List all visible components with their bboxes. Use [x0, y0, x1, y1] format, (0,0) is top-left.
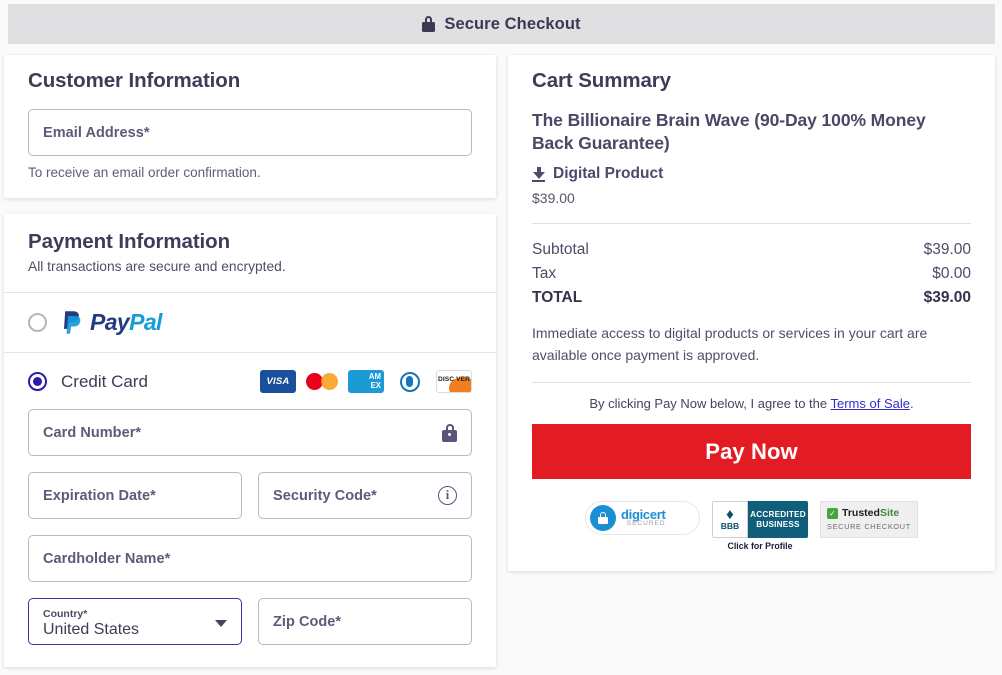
secure-checkout-header: Secure Checkout: [8, 4, 995, 44]
discover-icon: DISC VER: [436, 370, 472, 393]
email-placeholder: Email Address*: [43, 124, 150, 141]
secure-checkout-title: Secure Checkout: [444, 14, 581, 33]
check-icon: ✓: [827, 508, 838, 519]
info-icon[interactable]: i: [438, 486, 457, 505]
bbb-line-2: BUSINESS: [756, 519, 800, 529]
cart-summary-card: Cart Summary The Billionaire Brain Wave …: [508, 55, 995, 571]
trustedsite-badge[interactable]: ✓ TrustedSite SECURE CHECKOUT: [820, 501, 918, 538]
email-field[interactable]: Email Address*: [28, 109, 472, 156]
trustedsite-name-dark: Trusted: [842, 507, 880, 519]
payment-information-title: Payment Information: [28, 230, 230, 253]
cart-summary-title: Cart Summary: [532, 69, 671, 92]
fulfillment-note: Immediate access to digital products or …: [532, 325, 928, 363]
credit-card-label: Credit Card: [61, 371, 148, 391]
chevron-down-icon[interactable]: [215, 619, 227, 627]
tax-label: Tax: [532, 265, 557, 282]
cart-summary-column: Cart Summary The Billionaire Brain Wave …: [508, 55, 995, 571]
trustedsite-sub: SECURE CHECKOUT: [827, 522, 911, 531]
paypal-word-pay: Pay: [90, 309, 130, 335]
payment-information-subtitle: All transactions are secure and encrypte…: [28, 259, 286, 274]
digicert-lock-icon: [590, 505, 616, 531]
pay-now-button[interactable]: Pay Now: [532, 424, 971, 479]
zip-code-placeholder: Zip Code*: [273, 613, 342, 630]
payment-method-paypal[interactable]: PayPal: [4, 293, 496, 353]
country-label: Country*: [43, 608, 88, 620]
expiration-date-placeholder: Expiration Date*: [43, 487, 156, 504]
discover-label: DISC VER: [438, 376, 470, 383]
subtotal-value: $39.00: [923, 241, 971, 258]
total-value: $39.00: [923, 289, 971, 306]
trust-badges: digicert SECURED ♦ BBB ACCREDITED BUSINE…: [532, 501, 971, 551]
paypal-mark-icon: [61, 310, 83, 335]
payment-information-card: Payment Information All transactions are…: [4, 214, 496, 667]
mastercard-icon: [304, 370, 340, 393]
payment-information-header: Payment Information All transactions are…: [4, 214, 496, 293]
tax-value: $0.00: [932, 265, 971, 282]
bbb-badge[interactable]: ♦ BBB ACCREDITED BUSINESS Click for Prof…: [712, 501, 808, 551]
paypal-radio[interactable]: [28, 313, 47, 332]
checkout-form-column: Customer Information Email Address* To r…: [4, 55, 496, 667]
cardholder-name-field[interactable]: Cardholder Name*: [28, 535, 472, 582]
paypal-logo: PayPal: [61, 310, 162, 335]
card-number-field[interactable]: Card Number*: [28, 409, 472, 456]
credit-card-radio[interactable]: [28, 372, 47, 391]
bbb-accredited-text: ACCREDITED BUSINESS: [748, 501, 808, 538]
summary-divider-bottom: [532, 382, 971, 383]
digicert-badge[interactable]: digicert SECURED: [585, 501, 700, 535]
total-label: TOTAL: [532, 289, 583, 306]
trustedsite-name-light: Site: [879, 507, 900, 519]
amex-label-bottom: EX: [370, 380, 381, 390]
summary-divider-top: [532, 223, 971, 224]
paypal-wordmark: PayPal: [90, 311, 162, 334]
subtotal-row: Subtotal $39.00: [532, 238, 971, 262]
product-name: The Billionaire Brain Wave (90-Day 100% …: [532, 110, 926, 153]
zip-code-field[interactable]: Zip Code*: [258, 598, 472, 645]
customer-information-card: Customer Information Email Address* To r…: [4, 55, 496, 198]
paypal-word-pal: Pal: [129, 309, 162, 335]
product-price: $39.00: [532, 190, 575, 206]
lock-icon: [422, 16, 436, 32]
subtotal-label: Subtotal: [532, 241, 589, 258]
customer-information-title: Customer Information: [28, 69, 241, 92]
download-icon: [532, 166, 545, 182]
card-brand-icons: VISA AM EX DISC VER: [260, 370, 472, 393]
card-number-placeholder: Card Number*: [43, 424, 142, 441]
payment-method-credit-card[interactable]: Credit Card VISA AM EX DISC VER: [4, 353, 496, 403]
digicert-sub: SECURED: [626, 520, 666, 528]
tax-row: Tax $0.00: [532, 262, 971, 286]
email-helper-text: To receive an email order confirmation.: [28, 165, 261, 180]
country-select[interactable]: Country* United States: [28, 598, 242, 645]
terms-agreement: By clicking Pay Now below, I agree to th…: [532, 396, 971, 411]
expiration-date-field[interactable]: Expiration Date*: [28, 472, 242, 519]
credit-card-fields: Card Number* Expiration Date* Security C…: [4, 403, 496, 667]
product-type-row: Digital Product: [532, 165, 971, 183]
cardholder-name-placeholder: Cardholder Name*: [43, 550, 171, 567]
security-code-field[interactable]: Security Code* i: [258, 472, 472, 519]
amex-icon: AM EX: [348, 370, 384, 393]
terms-of-sale-link[interactable]: Terms of Sale: [831, 396, 910, 411]
terms-suffix: .: [909, 396, 914, 411]
total-row: TOTAL $39.00: [532, 286, 971, 310]
visa-label: VISA: [266, 376, 290, 387]
lock-icon: [442, 423, 457, 442]
bbb-line-1: ACCREDITED: [750, 509, 806, 519]
bbb-initials: BBB: [720, 520, 740, 531]
terms-prefix: By clicking Pay Now below, I agree to th…: [589, 396, 831, 411]
diners-club-icon: [392, 370, 428, 393]
bbb-caption: Click for Profile: [727, 541, 793, 551]
country-value: United States: [43, 621, 140, 638]
security-code-placeholder: Security Code*: [273, 487, 377, 504]
bbb-torch-icon: ♦ BBB: [712, 501, 748, 538]
visa-icon: VISA: [260, 370, 296, 393]
product-type-label: Digital Product: [553, 165, 664, 182]
